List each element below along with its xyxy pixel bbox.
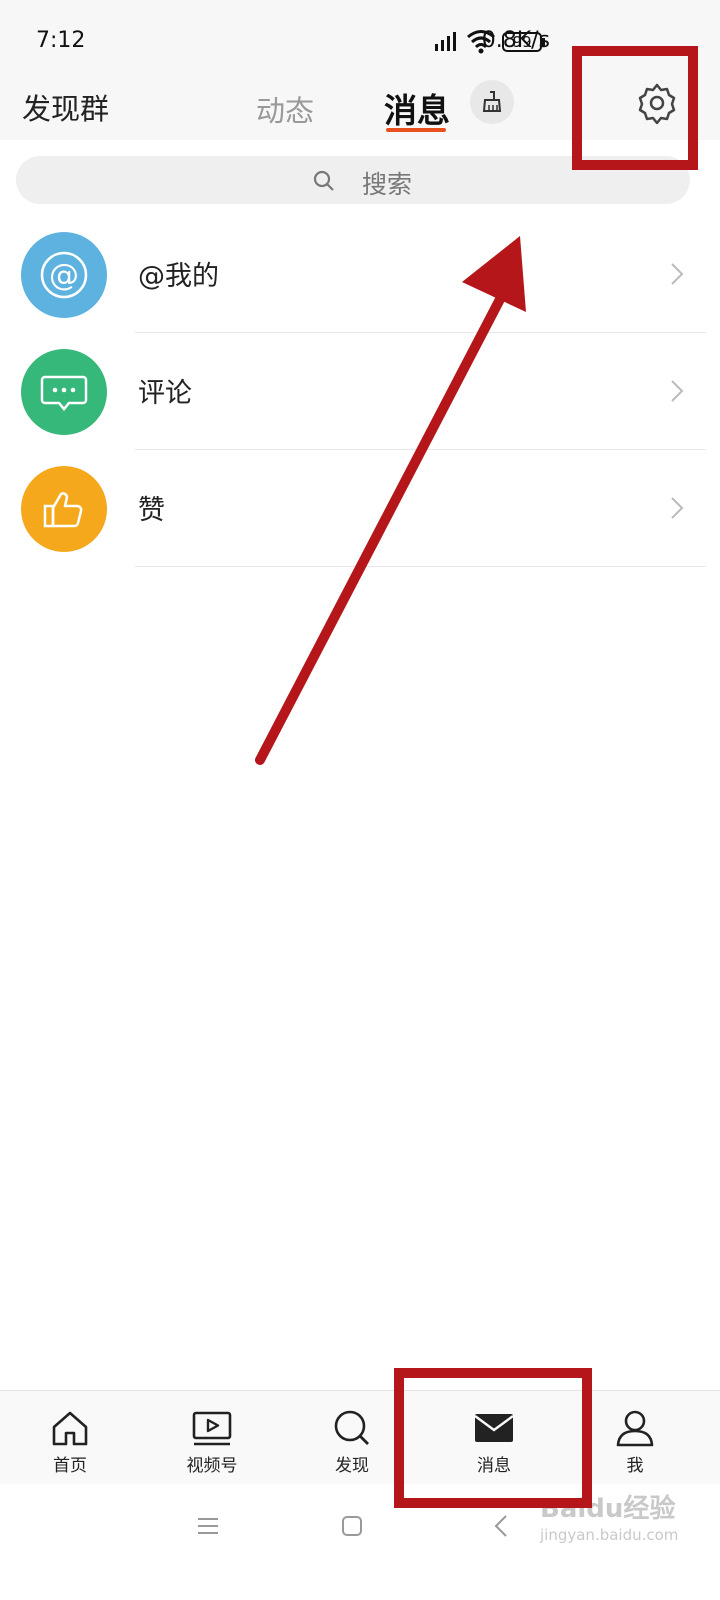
annotation-arrow — [255, 236, 526, 765]
